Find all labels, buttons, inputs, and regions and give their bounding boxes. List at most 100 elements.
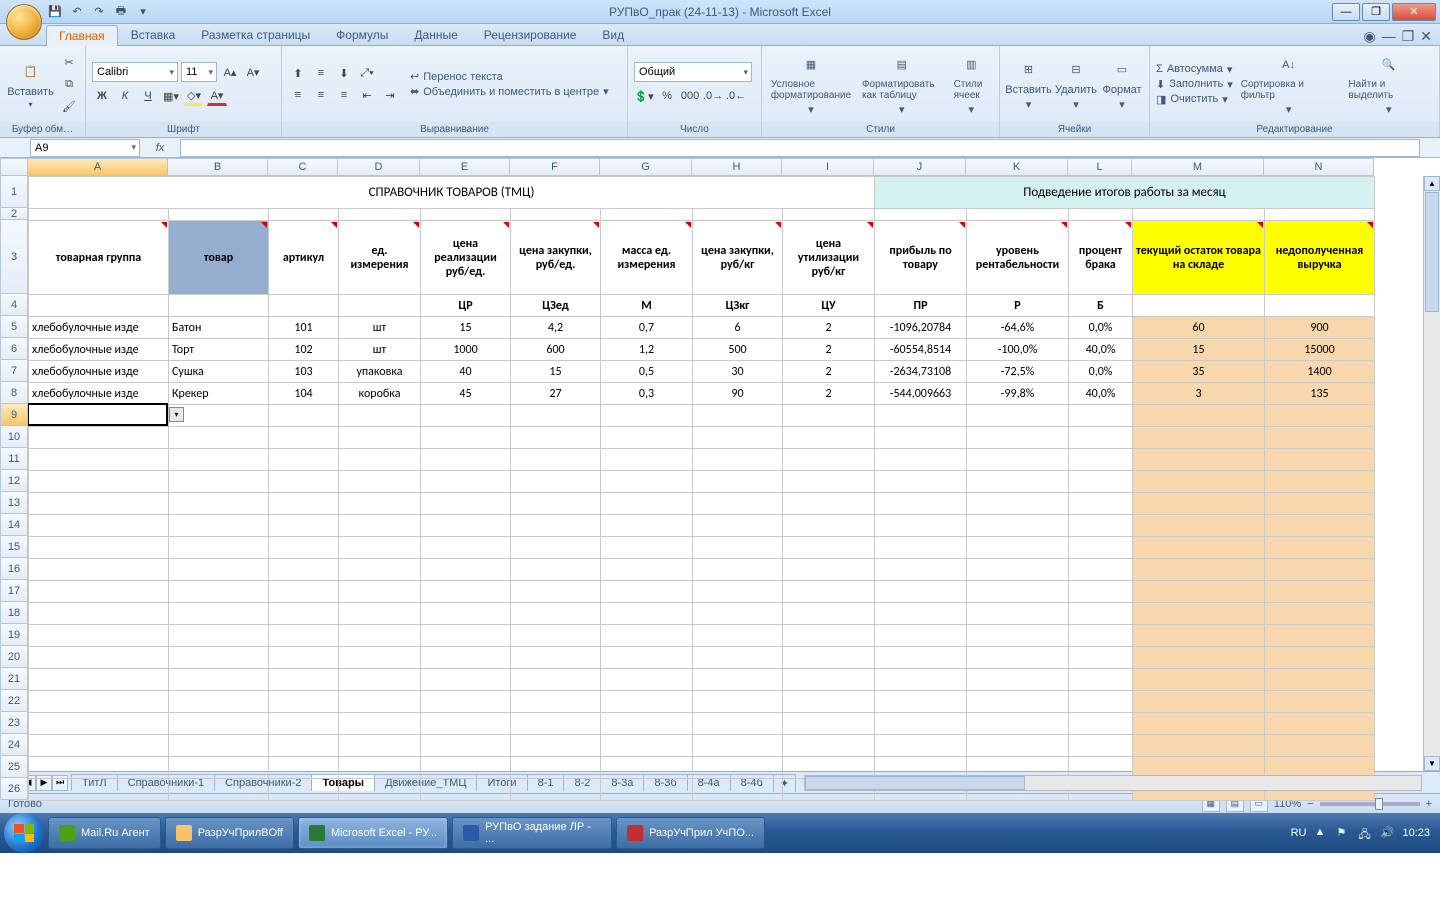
- cell[interactable]: [693, 691, 783, 713]
- cell[interactable]: Крекер: [169, 383, 269, 405]
- cell[interactable]: [269, 581, 339, 603]
- cell[interactable]: 6: [693, 317, 783, 339]
- cell[interactable]: [601, 427, 693, 449]
- cell[interactable]: [1265, 405, 1375, 427]
- cell[interactable]: [693, 405, 783, 427]
- cell[interactable]: [1069, 625, 1133, 647]
- cell[interactable]: [601, 647, 693, 669]
- cell[interactable]: [339, 515, 421, 537]
- cell[interactable]: [967, 691, 1069, 713]
- cell[interactable]: [783, 581, 875, 603]
- cell[interactable]: [693, 471, 783, 493]
- delete-cells-button[interactable]: ⊟Удалить▾: [1055, 56, 1097, 113]
- cell[interactable]: [511, 581, 601, 603]
- cell[interactable]: [511, 691, 601, 713]
- cell[interactable]: [1069, 537, 1133, 559]
- column-header[interactable]: E: [420, 158, 510, 176]
- cell[interactable]: [269, 537, 339, 559]
- cell[interactable]: [1133, 713, 1265, 735]
- cell[interactable]: [29, 471, 169, 493]
- cell[interactable]: [269, 559, 339, 581]
- column-header[interactable]: J: [874, 158, 966, 176]
- cut-icon[interactable]: ✂: [59, 52, 79, 72]
- row-header[interactable]: 4: [0, 294, 28, 316]
- font-size-combo[interactable]: 11: [181, 62, 217, 82]
- tab-page-layout[interactable]: Разметка страницы: [188, 24, 323, 45]
- cell[interactable]: [1265, 493, 1375, 515]
- cell[interactable]: товарная группа: [29, 221, 169, 295]
- cell[interactable]: [693, 209, 783, 221]
- cell[interactable]: 30: [693, 361, 783, 383]
- cell[interactable]: [967, 449, 1069, 471]
- cell[interactable]: [269, 493, 339, 515]
- clock[interactable]: 10:23: [1402, 827, 1430, 839]
- row-header[interactable]: 14: [0, 514, 28, 536]
- cell[interactable]: [1133, 449, 1265, 471]
- row-header[interactable]: 22: [0, 690, 28, 712]
- cell[interactable]: [1133, 603, 1265, 625]
- underline-button[interactable]: Ч: [138, 86, 158, 106]
- cell[interactable]: [875, 493, 967, 515]
- cell[interactable]: [601, 691, 693, 713]
- cell[interactable]: [783, 471, 875, 493]
- decrease-indent-icon[interactable]: ⇤: [357, 85, 377, 105]
- cell[interactable]: Торт: [169, 339, 269, 361]
- cell[interactable]: [693, 537, 783, 559]
- font-color-icon[interactable]: A▾: [207, 86, 227, 106]
- taskbar-item[interactable]: РазрУчПрилВOff: [165, 817, 294, 849]
- cell[interactable]: [601, 405, 693, 427]
- row-header[interactable]: 13: [0, 492, 28, 514]
- cell[interactable]: 2: [783, 339, 875, 361]
- cell[interactable]: [421, 471, 511, 493]
- cell[interactable]: [511, 515, 601, 537]
- cell[interactable]: 135: [1265, 383, 1375, 405]
- cell[interactable]: [967, 647, 1069, 669]
- cell[interactable]: [693, 493, 783, 515]
- cell[interactable]: [421, 669, 511, 691]
- cell[interactable]: [511, 779, 601, 801]
- cell[interactable]: [511, 713, 601, 735]
- cell[interactable]: [1133, 515, 1265, 537]
- cell[interactable]: [29, 757, 169, 779]
- cell[interactable]: [339, 757, 421, 779]
- cell[interactable]: [1265, 713, 1375, 735]
- cell[interactable]: [421, 735, 511, 757]
- column-header[interactable]: L: [1068, 158, 1132, 176]
- format-painter-icon[interactable]: 🖌: [59, 96, 79, 116]
- cell[interactable]: [967, 625, 1069, 647]
- cell[interactable]: [783, 537, 875, 559]
- cell[interactable]: [421, 515, 511, 537]
- find-select-button[interactable]: 🔍Найти и выделить▾: [1344, 51, 1433, 118]
- cell[interactable]: [601, 735, 693, 757]
- app-close-icon[interactable]: ✕: [1420, 28, 1432, 45]
- cell[interactable]: -1096,20784: [875, 317, 967, 339]
- cell[interactable]: 40,0%: [1069, 383, 1133, 405]
- fill-color-icon[interactable]: ◇▾: [184, 86, 204, 106]
- cell[interactable]: [29, 515, 169, 537]
- cell[interactable]: [967, 427, 1069, 449]
- cell[interactable]: ед. измерения: [339, 221, 421, 295]
- undo-icon[interactable]: ↶: [68, 3, 86, 21]
- cell[interactable]: [875, 691, 967, 713]
- cell[interactable]: [169, 647, 269, 669]
- cell[interactable]: [1265, 209, 1375, 221]
- cell[interactable]: [601, 209, 693, 221]
- row-header[interactable]: 24: [0, 734, 28, 756]
- cell[interactable]: [269, 757, 339, 779]
- cell[interactable]: Подведение итогов работы за месяц: [875, 177, 1375, 209]
- cell[interactable]: [693, 449, 783, 471]
- cell[interactable]: [783, 669, 875, 691]
- cell[interactable]: [1069, 427, 1133, 449]
- row-header[interactable]: 26: [0, 778, 28, 800]
- cell[interactable]: [875, 449, 967, 471]
- cell[interactable]: [1069, 559, 1133, 581]
- cell[interactable]: [1265, 735, 1375, 757]
- cell[interactable]: [783, 209, 875, 221]
- cell[interactable]: [339, 471, 421, 493]
- cell[interactable]: [875, 471, 967, 493]
- cell[interactable]: [967, 669, 1069, 691]
- cell[interactable]: 1400: [1265, 361, 1375, 383]
- fx-icon[interactable]: fx: [150, 142, 170, 154]
- cell[interactable]: [967, 471, 1069, 493]
- cell[interactable]: 0,0%: [1069, 361, 1133, 383]
